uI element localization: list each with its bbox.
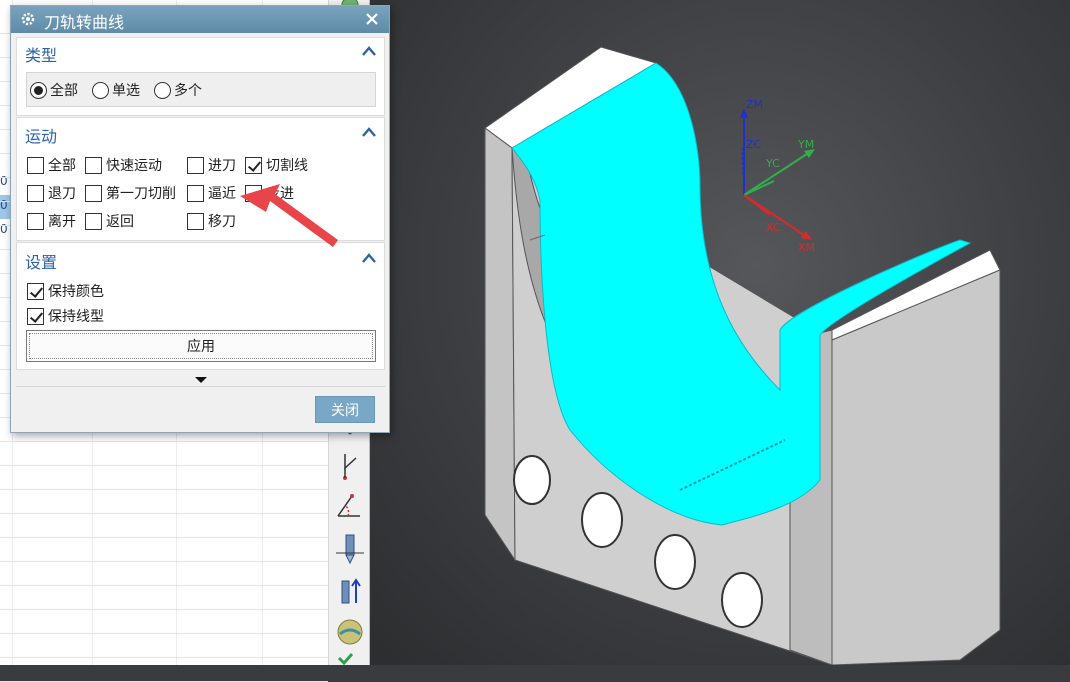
close-icon[interactable]	[361, 8, 383, 30]
path-to-curve-dialog: 刀轨转曲线 类型 全部 单选 多个 运动 全部 快速运动 进刀 切割线 退刀 第…	[10, 5, 390, 433]
table-row	[0, 658, 328, 682]
checkbox-rapid[interactable]: 快速运动	[85, 156, 162, 174]
checkbox[interactable]	[85, 212, 102, 230]
checkbox-first-cut[interactable]: 第一刀切削	[85, 184, 176, 202]
checkbox-engage[interactable]: 进刀	[187, 156, 236, 174]
radio-multiple[interactable]: 多个	[154, 81, 202, 99]
checkbox[interactable]	[187, 212, 204, 230]
table-row	[0, 514, 328, 538]
table-row	[0, 442, 328, 466]
gear-icon	[21, 12, 35, 26]
verify-check-icon[interactable]	[334, 652, 366, 666]
checkbox-label: 逼近	[208, 186, 236, 202]
radio-label: 单选	[112, 83, 140, 99]
radio-label: 多个	[174, 83, 202, 99]
radio-all[interactable]: 全部	[30, 81, 78, 99]
chevron-down-icon	[195, 377, 207, 383]
checkbox[interactable]	[27, 156, 44, 174]
axis-label-zm: ZM	[746, 98, 763, 111]
checkbox[interactable]	[245, 156, 262, 174]
axis-label-ym: YM	[797, 138, 814, 151]
type-radio-panel: 全部 单选 多个	[26, 72, 376, 107]
checkbox-label: 进刀	[208, 158, 236, 174]
radio-button[interactable]	[30, 81, 47, 99]
polyline-icon[interactable]	[334, 450, 366, 482]
surface-ball-icon[interactable]	[334, 616, 366, 648]
apply-button[interactable]: 应用	[26, 330, 376, 362]
dialog-titlebar[interactable]: 刀轨转曲线	[11, 6, 389, 33]
radio-label: 全部	[50, 83, 78, 99]
dialog-title: 刀轨转曲线	[44, 13, 125, 32]
table-row	[0, 562, 328, 586]
radio-button[interactable]	[154, 81, 171, 99]
graphics-viewport[interactable]: ZM ZC YC YM XC XM	[370, 0, 1070, 665]
checkbox-motion-all[interactable]: 全部	[27, 156, 76, 174]
checkbox-label: 快速运动	[106, 158, 162, 174]
table-row	[0, 634, 328, 658]
axis-label-xm: XM	[798, 241, 815, 254]
checkbox[interactable]	[27, 307, 44, 325]
checkbox-retract[interactable]: 退刀	[27, 184, 76, 202]
close-button[interactable]: 关闭	[315, 396, 375, 423]
checkbox-traverse[interactable]: 移刀	[187, 212, 236, 230]
checkbox-departure[interactable]: 离开	[27, 212, 76, 230]
collapse-caret-icon[interactable]	[362, 126, 376, 138]
checkbox-label: 退刀	[48, 186, 76, 202]
checkbox-label: 全部	[48, 158, 76, 174]
radio-button[interactable]	[92, 81, 109, 99]
table-row	[0, 466, 328, 490]
checkbox-return[interactable]: 返回	[85, 212, 134, 230]
checkbox-label: 步进	[266, 186, 294, 202]
table-row	[0, 610, 328, 634]
checkbox-label: 返回	[106, 214, 134, 230]
motion-group-title: 运动	[25, 127, 58, 146]
checkbox-label: 移刀	[208, 214, 236, 230]
more-options-expander[interactable]	[16, 373, 385, 387]
checkbox-keep-linetype[interactable]: 保持线型	[27, 307, 104, 325]
type-group-title: 类型	[25, 46, 58, 65]
collapse-caret-icon[interactable]	[362, 252, 376, 264]
checkbox[interactable]	[85, 184, 102, 202]
axis-label-xc: XC	[766, 221, 781, 234]
checkbox[interactable]	[85, 156, 102, 174]
settings-group-title: 设置	[25, 253, 58, 272]
table-row	[0, 538, 328, 562]
table-row	[0, 490, 328, 514]
checkbox-keep-color[interactable]: 保持颜色	[27, 282, 104, 300]
table-row	[0, 586, 328, 610]
apply-button-label: 应用	[29, 333, 373, 359]
checkbox-label: 第一刀切削	[106, 186, 176, 202]
checkbox-stepover[interactable]: 步进	[245, 184, 294, 202]
tool-axis-icon[interactable]	[334, 575, 366, 607]
drill-tool-icon[interactable]	[334, 533, 366, 565]
checkbox-label: 保持线型	[48, 309, 104, 325]
checkbox-label: 保持颜色	[48, 284, 104, 300]
axis-label-zc: ZC	[746, 138, 762, 151]
radio-single[interactable]: 单选	[92, 81, 140, 99]
checkbox[interactable]	[187, 184, 204, 202]
checkbox[interactable]	[27, 282, 44, 300]
motion-group: 运动 全部 快速运动 进刀 切割线 退刀 第一刀切削 逼近 步进 离开 返回 移…	[16, 117, 385, 241]
checkbox-approach[interactable]: 逼近	[187, 184, 236, 202]
checkbox[interactable]	[27, 184, 44, 202]
checkbox[interactable]	[27, 212, 44, 230]
collapse-caret-icon[interactable]	[362, 45, 376, 57]
settings-group: 设置 保持颜色 保持线型 应用	[16, 242, 385, 370]
checkbox-cut[interactable]: 切割线	[245, 156, 308, 174]
checkbox-label: 切割线	[266, 158, 308, 174]
axis-label-yc: YC	[765, 157, 780, 170]
checkbox-label: 离开	[48, 214, 76, 230]
part-model: ZM ZC YC YM XC XM	[484, 46, 1001, 665]
type-group: 类型 全部 单选 多个	[16, 37, 385, 116]
checkbox[interactable]	[187, 156, 204, 174]
checkbox[interactable]	[245, 184, 262, 202]
angle-icon[interactable]	[334, 490, 366, 522]
